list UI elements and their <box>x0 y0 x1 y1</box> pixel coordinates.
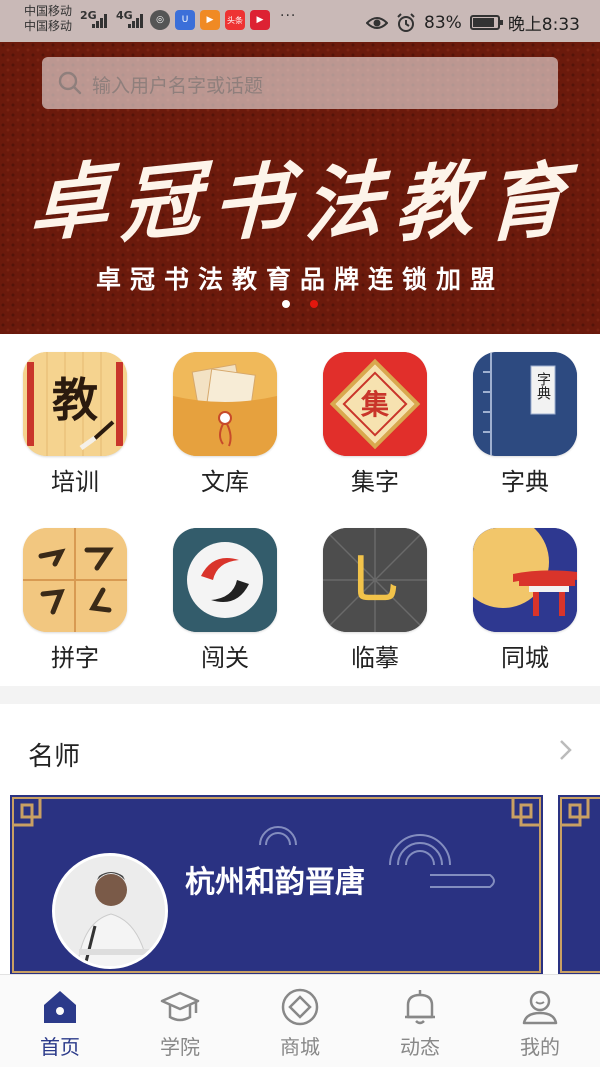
calligraphy-char: 书 <box>210 150 298 254</box>
grid-label: 闯关 <box>201 644 249 672</box>
grid-item-challenge[interactable]: 闯关 <box>150 510 300 680</box>
carrier-1: 中国移动 <box>24 4 73 18</box>
teacher-avatar <box>52 853 168 969</box>
grid-item-collect-characters[interactable]: 集 集字 <box>300 334 450 504</box>
calligraphy-char: 教 <box>393 150 480 254</box>
toutiao-app-icon: 头条 <box>225 10 245 30</box>
training-icon: 教 <box>23 352 127 456</box>
teacher-name: 杭州和韵晋唐 <box>185 865 365 900</box>
tab-academy[interactable]: 学院 <box>120 975 240 1067</box>
battery-icon <box>469 15 503 30</box>
tab-label: 商城 <box>280 1035 320 1059</box>
calligraphy-char: 法 <box>301 150 389 254</box>
banner-calligraphy-title: 卓 冠 书 法 教 育 <box>28 138 571 254</box>
calligraphy-char: 育 <box>484 150 572 254</box>
grid-label: 集字 <box>351 468 399 496</box>
search-placeholder: 输入用户名字或话题 <box>92 75 264 97</box>
training-glyph: 教 <box>52 373 98 427</box>
tab-label: 学院 <box>160 1035 200 1059</box>
collect-glyph: 集 <box>360 388 389 421</box>
library-folder-icon <box>173 352 277 456</box>
feature-grid: 教 培训 文库 集 集字 字典 字典 拼字 闯关 乚 临摹 同城 <box>0 334 600 686</box>
tab-label: 我的 <box>520 1035 560 1059</box>
grid-item-training[interactable]: 教 培训 <box>0 334 150 504</box>
carrier-2: 中国移动 <box>24 19 73 33</box>
live-app-icon: ▶ <box>250 10 270 30</box>
copy-glyph: 乚 <box>349 550 401 611</box>
tab-label: 首页 <box>40 1035 80 1059</box>
browser-icon: ◎ <box>150 10 170 30</box>
graduation-cap-icon <box>160 991 200 1022</box>
carrier-info: 中国移动 中国移动 <box>24 4 72 34</box>
grid-label: 同城 <box>501 644 549 672</box>
dictionary-icon: 字典 <box>473 352 577 456</box>
same-city-icon <box>473 528 577 632</box>
challenge-icon <box>173 528 277 632</box>
tab-feed[interactable]: 动态 <box>360 975 480 1067</box>
banner-subtitle: 卓冠书法教育品牌连锁加盟 <box>95 265 504 294</box>
search-bar[interactable]: 输入用户名字或话题 <box>42 57 558 109</box>
carousel-dot[interactable] <box>282 300 290 308</box>
status-bar: 中国移动 中国移动 2G 4G ◎ U ▶ 头条 ▶ ··· 83% 晚上8:3… <box>0 0 600 42</box>
grid-item-copy-practice[interactable]: 乚 临摹 <box>300 510 450 680</box>
calligraphy-char: 卓 <box>28 150 116 254</box>
signal-icon-2 <box>128 12 146 28</box>
carousel-indicator <box>0 300 600 308</box>
search-icon <box>58 71 82 95</box>
shop-coin-icon <box>281 988 319 1026</box>
teacher-card-next[interactable] <box>558 795 600 975</box>
battery-percent: 83% <box>424 12 462 33</box>
grid-label: 字典 <box>501 468 549 496</box>
grid-item-library[interactable]: 文库 <box>150 334 300 504</box>
home-icon <box>44 991 76 1023</box>
eye-comfort-icon <box>366 16 389 29</box>
tab-label: 动态 <box>400 1035 440 1059</box>
collect-characters-icon: 集 <box>323 352 427 456</box>
alarm-icon <box>397 12 415 32</box>
calligraphy-char: 冠 <box>119 150 207 254</box>
grid-item-assemble-characters[interactable]: 拼字 <box>0 510 150 680</box>
grid-item-dictionary[interactable]: 字典 字典 <box>450 334 600 504</box>
copy-practice-icon: 乚 <box>323 528 427 632</box>
assemble-characters-icon <box>23 528 127 632</box>
grid-item-same-city[interactable]: 同城 <box>450 510 600 680</box>
banner-carousel[interactable]: 输入用户名字或话题 卓 冠 书 法 教 育 卓冠书法教育品牌连锁加盟 <box>0 42 600 334</box>
tab-profile[interactable]: 我的 <box>480 975 600 1067</box>
user-icon <box>522 990 558 1025</box>
tab-home[interactable]: 首页 <box>0 975 120 1067</box>
clock: 晚上8:33 <box>507 15 580 35</box>
grid-label: 文库 <box>201 468 249 496</box>
grid-label: 培训 <box>51 468 99 496</box>
notification-icons: ◎ U ▶ 头条 ▶ <box>150 10 270 30</box>
chevron-right-icon[interactable] <box>558 738 574 762</box>
carousel-dot-active[interactable] <box>310 300 318 308</box>
tab-shop[interactable]: 商城 <box>240 975 360 1067</box>
dictionary-glyph: 字典 <box>535 372 551 400</box>
grid-label: 临摹 <box>351 644 399 672</box>
section-divider <box>0 686 600 704</box>
bottom-tab-bar: 首页 学院 商城 动态 我的 <box>0 974 600 1067</box>
video-app-icon: ▶ <box>200 10 220 30</box>
more-notifications-icon: ··· <box>280 8 297 24</box>
signal-icon-1 <box>92 12 110 28</box>
bell-icon <box>405 990 435 1025</box>
grid-label: 拼字 <box>51 644 99 672</box>
teacher-card[interactable]: 杭州和韵晋唐 <box>10 795 543 975</box>
u-app-icon: U <box>175 10 195 30</box>
section-title: 名师 <box>28 742 81 772</box>
